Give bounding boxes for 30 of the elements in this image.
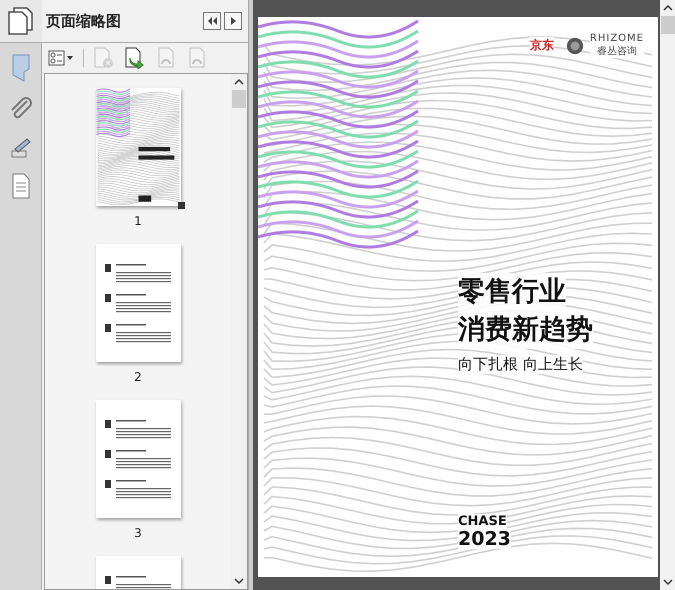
current-page-marker	[178, 202, 184, 209]
page-number: 1	[134, 214, 142, 228]
panel-title: 页面缩略图	[46, 12, 121, 30]
logo-text: RHIZOME	[590, 33, 644, 44]
scrollbar[interactable]	[231, 74, 247, 589]
insert-page-button[interactable]	[124, 47, 146, 69]
scroll-thumb[interactable]	[661, 16, 675, 34]
scroll-up-icon[interactable]	[662, 4, 674, 12]
cover-title: 零售行业	[458, 273, 566, 311]
signature-icon[interactable]	[8, 137, 32, 159]
scrollbar[interactable]	[660, 0, 675, 590]
year-text: 2023	[458, 529, 511, 549]
brand-text: CHASE	[458, 514, 507, 529]
text-page-thumbnail[interactable]	[96, 244, 180, 362]
cover-page-thumbnail[interactable]	[96, 88, 180, 206]
logo-icon	[566, 36, 584, 54]
scroll-up-icon[interactable]	[233, 78, 245, 86]
pages-icon[interactable]	[8, 7, 34, 35]
scroll-down-icon[interactable]	[662, 578, 674, 586]
scroll-down-icon[interactable]	[233, 577, 245, 585]
logo-subtext: 睿丛咨询	[596, 44, 637, 58]
options-button[interactable]	[48, 50, 74, 66]
page-number: 3	[134, 526, 142, 540]
scroll-thumb[interactable]	[232, 90, 246, 108]
page-number: 2	[134, 370, 142, 384]
document-icon[interactable]	[10, 173, 30, 199]
cover-title: 消费新趋势	[458, 311, 593, 349]
logo-text: 京东	[530, 37, 554, 54]
cover-subtitle: 向下扎根 向上生长	[458, 355, 583, 374]
text-page-thumbnail[interactable]	[96, 400, 180, 518]
